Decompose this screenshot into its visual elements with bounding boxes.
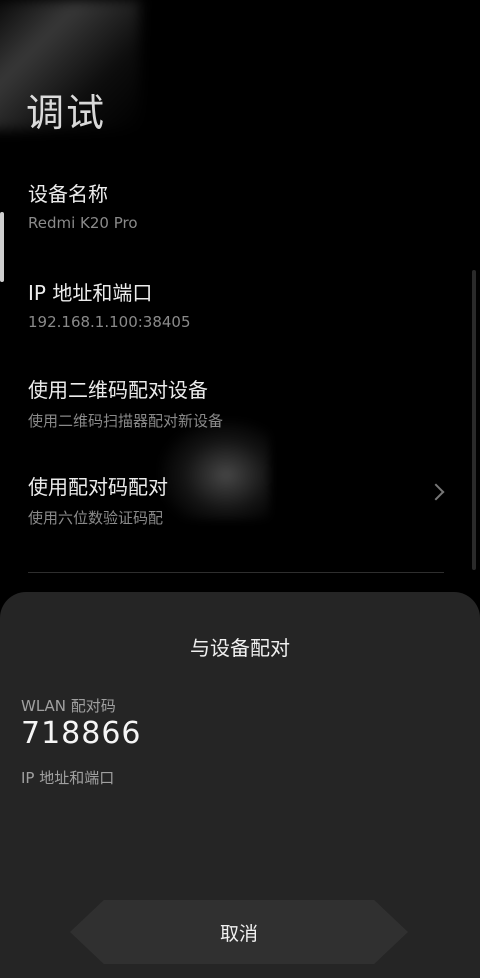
chevron-right-icon: [427, 483, 445, 501]
qr-pair-title: 使用二维码配对设备: [28, 378, 208, 402]
wlan-pairing-code: 718866: [21, 716, 142, 751]
pair-dialog: 与设备配对 WLAN 配对码 718866 IP 地址和端口 取消: [0, 592, 480, 978]
divider: [28, 572, 444, 573]
code-pair-title: 使用配对码配对: [28, 475, 168, 499]
wlan-code-label: WLAN 配对码: [21, 697, 116, 715]
list-item-qr-pair[interactable]: 使用二维码配对设备 使用二维码扫描器配对新设备: [28, 374, 223, 431]
list-item-code-pair[interactable]: 使用配对码配对 使用六位数验证码配: [28, 471, 168, 528]
screen: 调试 设备名称 Redmi K20 Pro IP 地址和端口 192.168.1…: [0, 0, 480, 978]
dialog-title: 与设备配对: [190, 636, 290, 660]
cancel-label: 取消: [219, 922, 258, 945]
list-item-ip-port[interactable]: IP 地址和端口 192.168.1.100:38405: [28, 277, 191, 331]
ip-port-title: IP 地址和端口: [28, 281, 153, 305]
device-name-value: Redmi K20 Pro: [28, 214, 138, 232]
glare-overlay-center: [160, 420, 270, 520]
list-item-device-name[interactable]: 设备名称 Redmi K20 Pro: [28, 178, 138, 232]
device-name-title: 设备名称: [28, 182, 108, 206]
cancel-button[interactable]: 取消: [70, 900, 408, 964]
page-title: 调试: [26, 82, 106, 137]
scrollbar-right[interactable]: [472, 270, 476, 570]
page-title-text: 调试: [26, 91, 107, 135]
qr-pair-subtitle: 使用二维码扫描器配对新设备: [28, 412, 224, 430]
code-pair-subtitle: 使用六位数验证码配: [28, 509, 164, 527]
dialog-ip-label: IP 地址和端口: [21, 769, 115, 787]
scroll-indicator-left: [0, 212, 4, 282]
ip-port-value: 192.168.1.100:38405: [28, 313, 191, 331]
